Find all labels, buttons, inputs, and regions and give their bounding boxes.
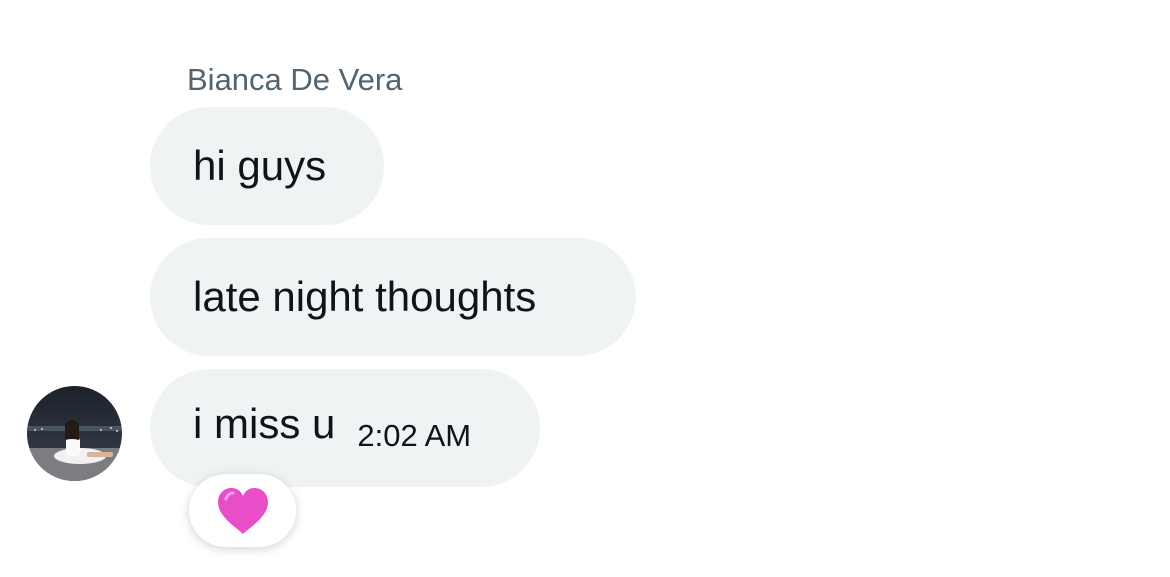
avatar[interactable]	[27, 386, 122, 481]
message-text: hi guys	[193, 142, 327, 189]
message-bubble[interactable]: i miss u 2:02 AM	[150, 369, 540, 487]
message-timestamp: 2:02 AM	[357, 418, 472, 453]
message-text: i miss u	[193, 400, 336, 447]
message-text: late night thoughts	[193, 273, 537, 320]
reaction-badge[interactable]	[189, 474, 296, 547]
message-bubble[interactable]: late night thoughts	[150, 238, 636, 356]
sender-name: Bianca De Vera	[187, 62, 403, 97]
message-bubble[interactable]: hi guys	[150, 107, 384, 225]
avatar-photo	[27, 386, 122, 481]
pink-heart-icon	[217, 487, 268, 534]
